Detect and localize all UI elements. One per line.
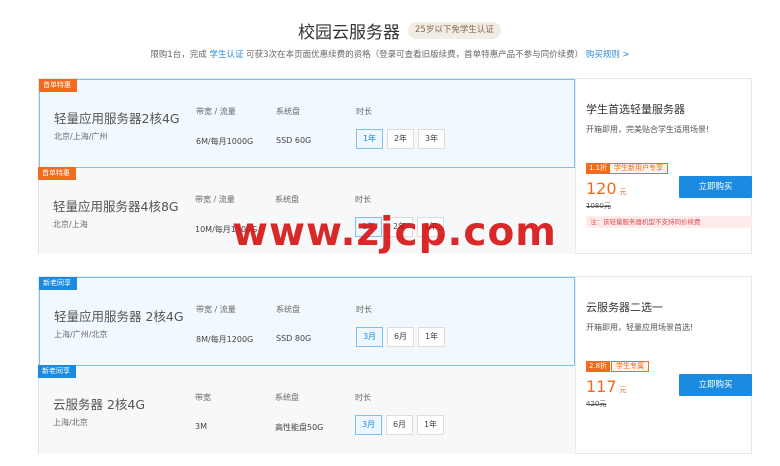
subtitle: 限购1台，完成 学生认证 可获3次在本页面优惠续费的资格（登录可查看旧版续费，首… [0, 48, 780, 60]
product-row[interactable]: 新老同享 云服务器 2核4G 上海/北京 带宽 3M 系统盘 高性能盘50G 时… [38, 365, 575, 454]
price-unit: 元 [619, 188, 627, 196]
buy-now-button[interactable]: 立即购买 [679, 176, 752, 198]
product-group-2: 新老同享 轻量应用服务器 2核4G 上海/广州/北京 带宽 / 流量 8M/每月… [38, 276, 752, 454]
bandwidth-value: 6M/每月1000G [196, 137, 254, 146]
original-price: 420元 [586, 400, 607, 408]
product-name: 轻量应用服务器 2核4G [54, 309, 184, 324]
duration-option[interactable]: 3月 [356, 327, 383, 347]
bandwidth-value: 8M/每月1200G [196, 335, 254, 344]
bandwidth-label: 带宽 / 流量 [196, 305, 236, 314]
product-region: 北京/上海 [53, 220, 88, 229]
age-badge: 25岁以下免学生认证 [408, 22, 501, 39]
bandwidth-value: 3M [195, 422, 207, 431]
price: 120 元 [586, 179, 627, 198]
discount-badge: 2.8折 [586, 361, 611, 372]
duration-label: 时长 [356, 107, 372, 116]
offer-desc: 开箱即用，完美贴合学生适用场景! [586, 125, 710, 134]
product-name: 轻量应用服务器2核4G [54, 111, 180, 126]
promo-tag: 首单特惠 [38, 167, 76, 180]
promo-tag: 新老同享 [38, 365, 76, 378]
product-row[interactable]: 首单特惠 轻量应用服务器2核4G 北京/上海/广州 带宽 / 流量 6M/每月1… [39, 79, 575, 168]
product-name: 云服务器 2核4G [53, 397, 146, 412]
disk-label: 系统盘 [275, 195, 299, 204]
duration-option[interactable]: 1年 [356, 129, 383, 149]
duration-option[interactable]: 3月 [355, 415, 382, 435]
duration-option[interactable]: 2年 [387, 129, 414, 149]
disk-value: SSD 80G [276, 334, 312, 343]
page-header: 校园云服务器 25岁以下免学生认证 限购1台，完成 学生认证 可获3次在本页面优… [0, 0, 780, 70]
watermark: www.zjcp.com [232, 210, 557, 255]
duration-options: 1年 2年 3年 [356, 129, 445, 149]
duration-label: 时长 [355, 195, 371, 204]
price: 117 元 [586, 377, 627, 396]
duration-label: 时长 [356, 305, 372, 314]
duration-option[interactable]: 1年 [417, 415, 444, 435]
disk-label: 系统盘 [275, 393, 299, 402]
promo-tag: 新老同享 [39, 277, 77, 290]
bandwidth-label: 带宽 / 流量 [196, 107, 236, 116]
discount-tag: 学生专属 [611, 361, 649, 372]
duration-option[interactable]: 6月 [387, 327, 414, 347]
price-value: 117 [586, 377, 617, 396]
subtitle-prefix: 限购1台，完成 [150, 50, 210, 60]
price-value: 120 [586, 179, 617, 198]
offer-title: 云服务器二选一 [586, 301, 663, 314]
disk-label: 系统盘 [276, 305, 300, 314]
disk-label: 系统盘 [276, 107, 300, 116]
discount-badge: 1.1折 [586, 163, 611, 174]
offer-panel: 云服务器二选一 开箱即用，轻量应用场景首选! 2.8折 学生专属 117 元 42… [575, 277, 752, 453]
discount-tag: 学生新用户专享 [609, 163, 668, 174]
product-region: 上海/广州/北京 [54, 330, 108, 339]
offer-title: 学生首选轻量服务器 [586, 103, 685, 116]
subtitle-text: 可获3次在本页面优惠续费的资格（登录可查看旧版续费，首单特惠产品不参与同价续费） [243, 50, 584, 60]
product-row[interactable]: 新老同享 轻量应用服务器 2核4G 上海/广州/北京 带宽 / 流量 8M/每月… [39, 277, 575, 366]
product-name: 轻量应用服务器4核8G [53, 199, 179, 214]
disk-value: 高性能盘50G [275, 423, 324, 432]
promo-tag: 首单特惠 [39, 79, 77, 92]
duration-options: 3月 6月 1年 [356, 327, 445, 347]
duration-option[interactable]: 3年 [418, 129, 445, 149]
bandwidth-label: 带宽 [195, 393, 211, 402]
duration-options: 3月 6月 1年 [355, 415, 444, 435]
purchase-rules-link[interactable]: 购买规则 > [586, 50, 630, 60]
page-title: 校园云服务器 [298, 23, 400, 43]
offer-desc: 开箱即用，轻量应用场景首选! [586, 323, 694, 332]
product-region: 北京/上海/广州 [54, 132, 108, 141]
disk-value: SSD 60G [276, 136, 312, 145]
duration-option[interactable]: 6月 [386, 415, 413, 435]
product-region: 上海/北京 [53, 418, 88, 427]
price-unit: 元 [619, 386, 627, 394]
duration-option[interactable]: 1年 [418, 327, 445, 347]
student-auth-link[interactable]: 学生认证 [209, 50, 243, 60]
bandwidth-label: 带宽 / 流量 [195, 195, 235, 204]
offer-panel: 学生首选轻量服务器 开箱即用，完美贴合学生适用场景! 1.1折 学生新用户专享 … [575, 79, 752, 253]
renewal-note: 注：该轻量服务器机型不支持同价续费 [586, 216, 752, 228]
duration-label: 时长 [355, 393, 371, 402]
original-price: 1080元 [586, 202, 611, 210]
buy-now-button[interactable]: 立即购买 [679, 374, 752, 396]
